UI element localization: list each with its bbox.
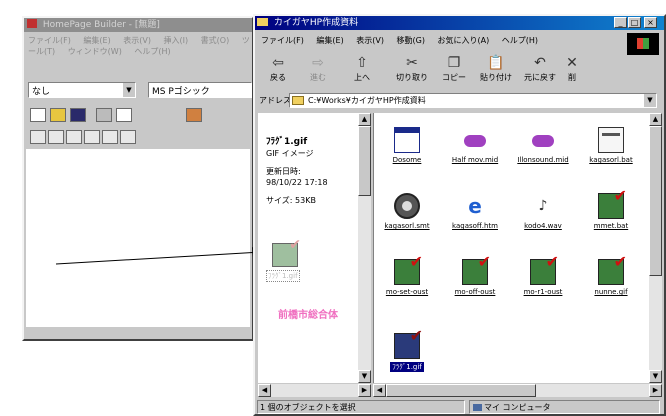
preview-thumbnail: ✔: [272, 237, 301, 267]
paste-button[interactable]: 📋 貼り付け: [477, 54, 515, 90]
paste-icon: 📋: [487, 55, 505, 71]
up-button[interactable]: ⇧ 上へ: [343, 54, 381, 90]
file-item[interactable]: Half mov.mid: [442, 127, 508, 164]
file-item[interactable]: kagasorl.smt: [374, 193, 440, 230]
bat-icon: [598, 127, 624, 153]
scroll-up-button[interactable]: ▲: [358, 113, 371, 126]
file-list-pane: Dosome Half mov.mid Illonsound.mid kagas…: [373, 113, 650, 383]
undo-button[interactable]: ↶ 元に戻す: [521, 54, 559, 90]
file-item[interactable]: Illonsound.mid: [510, 127, 576, 164]
copy-icon: ❐: [447, 55, 461, 71]
size-value: 53KB: [295, 196, 316, 205]
midi-icon: [462, 127, 488, 153]
checkmark-icon: ✔: [289, 237, 301, 253]
image-icon: ✔: [394, 254, 423, 285]
back-arrow-icon: ⇦: [272, 55, 284, 71]
up-folder-icon: ⇧: [356, 55, 368, 71]
close-button[interactable]: ×: [644, 17, 657, 28]
preview-filename: ﾌﾗｸﾞ1.gif: [266, 137, 308, 147]
address-field[interactable]: C:¥Works¥カイガヤHP作成資料 ▼: [289, 93, 657, 108]
file-item[interactable]: ✔ nunne.gif: [578, 254, 644, 297]
copy-button[interactable]: ❐ コピー: [435, 54, 473, 90]
modified-value: 98/10/22 17:18: [266, 178, 328, 187]
computer-icon: [473, 404, 482, 411]
address-value: C:¥Works¥カイガヤHP作成資料: [308, 96, 426, 105]
file-list-hscrollbar[interactable]: ◀ ▶: [373, 384, 662, 397]
minimize-button[interactable]: _: [614, 17, 627, 28]
address-label: アドレス: [259, 96, 291, 105]
status-right: マイ コンピュータ: [469, 400, 660, 414]
window-icon: [394, 127, 420, 153]
scroll-left-button[interactable]: ◀: [258, 384, 271, 397]
status-bar: 1 個のオブジェクトを選択 マイ コンピュータ: [257, 400, 662, 414]
preview-banner: 前橋市総合体: [278, 310, 338, 321]
file-list-scrollbar[interactable]: ▲ ▼: [649, 113, 662, 383]
file-item[interactable]: Dosome: [374, 127, 440, 164]
address-folder-icon: [292, 96, 304, 105]
menu-help[interactable]: ヘルプ(H): [502, 36, 538, 45]
windows-logo-icon: [627, 33, 659, 55]
explorer-window: カイガヤHP作成資料 _ □ × ファイル(F) 編集(E) 表示(V) 移動(…: [253, 14, 666, 416]
scroll-right-button[interactable]: ▶: [649, 384, 662, 397]
scroll-up-button[interactable]: ▲: [649, 113, 662, 126]
ie-icon: e: [468, 194, 482, 218]
file-item[interactable]: ✔ mo-off-oust: [442, 254, 508, 297]
explorer-title: カイガヤHP作成資料: [273, 18, 359, 28]
file-item[interactable]: ♪ kodo4.wav: [510, 193, 576, 230]
scroll-right-button[interactable]: ▶: [358, 384, 371, 397]
menu-file[interactable]: ファイル(F): [261, 36, 304, 45]
file-item[interactable]: ✔ mo-set-oust: [374, 254, 440, 297]
file-item[interactable]: ✔ mo-r1-oust: [510, 254, 576, 297]
menu-go[interactable]: 移動(G): [397, 36, 425, 45]
forward-button[interactable]: ⇨ 進む: [299, 54, 337, 90]
explorer-menu-bar: ファイル(F) 編集(E) 表示(V) 移動(G) お気に入り(A) ヘルプ(H…: [261, 34, 621, 48]
file-item[interactable]: e kagasoff.htm: [442, 193, 508, 230]
forward-arrow-icon: ⇨: [312, 55, 324, 71]
file-item[interactable]: kagasorl.bat: [578, 127, 644, 164]
menu-view[interactable]: 表示(V): [356, 36, 384, 45]
file-item[interactable]: ✔ mmet.bat: [578, 188, 644, 231]
chevron-down-icon[interactable]: ▼: [643, 94, 656, 107]
film-icon: [394, 193, 420, 219]
scroll-thumb[interactable]: [358, 126, 371, 196]
scroll-thumb[interactable]: [386, 384, 536, 397]
preview-thumb-caption: ﾌﾗｸﾞ1.gif: [266, 270, 300, 282]
scissors-icon: ✂: [406, 55, 418, 71]
preview-scrollbar[interactable]: ▲ ▼: [358, 113, 371, 383]
folder-icon: [257, 18, 268, 26]
image-icon: ✔: [462, 254, 491, 285]
preview-hscrollbar[interactable]: ◀ ▶: [258, 384, 371, 397]
size-label: サイズ:: [266, 196, 293, 205]
scroll-thumb[interactable]: [649, 126, 662, 276]
scroll-down-button[interactable]: ▼: [358, 370, 371, 383]
preview-pane: ﾌﾗｸﾞ1.gif GIF イメージ 更新日時: 98/10/22 17:18 …: [258, 113, 371, 383]
scroll-left-button[interactable]: ◀: [373, 384, 386, 397]
image-icon: ✔: [530, 254, 559, 285]
maximize-button[interactable]: □: [628, 17, 641, 28]
status-right-label: マイ コンピュータ: [484, 403, 551, 412]
cut-button[interactable]: ✂ 切り取り: [393, 54, 431, 90]
image-icon: ✔: [598, 188, 627, 219]
explorer-title-bar[interactable]: カイガヤHP作成資料: [255, 16, 664, 30]
file-item-selected[interactable]: ✔ ﾌﾗｸﾞ1.gif: [374, 328, 440, 375]
size-row: サイズ: 53KB: [266, 195, 356, 206]
scroll-down-button[interactable]: ▼: [649, 370, 662, 383]
menu-favorites[interactable]: お気に入り(A): [438, 36, 490, 45]
image-icon: ✔: [598, 254, 627, 285]
modified-label: 更新日時:: [266, 167, 301, 176]
menu-edit[interactable]: 編集(E): [316, 36, 343, 45]
midi-icon: [530, 127, 556, 153]
back-button[interactable]: ⇦ 戻る: [259, 54, 297, 90]
status-left: 1 個のオブジェクトを選択: [257, 400, 465, 414]
undo-icon: ↶: [534, 55, 546, 71]
sound-icon: ♪: [538, 198, 548, 214]
preview-filetype: GIF イメージ: [266, 149, 314, 158]
delete-button[interactable]: ✕ 削: [561, 54, 583, 90]
delete-icon: ✕: [566, 55, 578, 71]
image-icon: ✔: [394, 328, 423, 359]
